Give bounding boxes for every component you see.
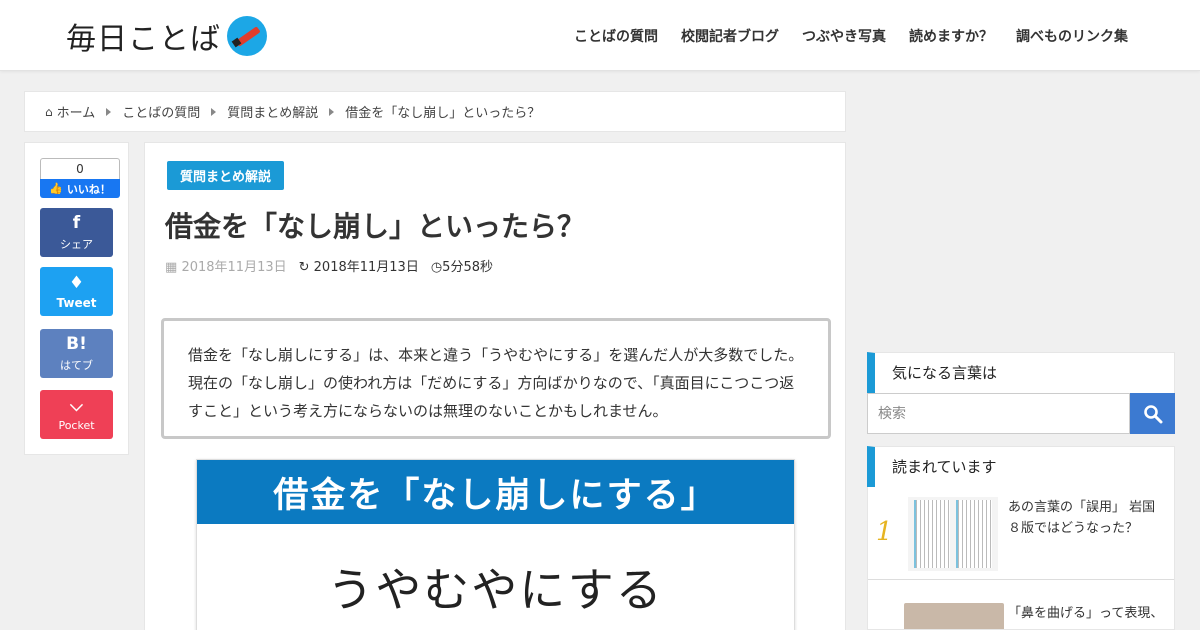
hatena-label: はてブ — [60, 358, 93, 372]
nav-item-blog[interactable]: 校閲記者ブログ — [681, 26, 779, 46]
updated-date: 2018年11月13日 — [313, 260, 419, 275]
facebook-share-button[interactable]: f シェア — [40, 208, 113, 257]
search-icon — [1143, 404, 1162, 423]
twitter-bird-icon: ♦ — [68, 272, 85, 293]
clock-icon: ◷ — [430, 260, 443, 275]
thumbs-up-icon: 👍 — [49, 182, 63, 195]
hatena-bookmark-button[interactable]: B! はてブ — [40, 329, 113, 378]
refresh-icon: ↻ — [298, 260, 310, 275]
share-buttons-column: 0 👍 いいね！ f シェア ♦ Tweet B! はてブ ⌵ Pocket — [24, 142, 129, 455]
hatena-icon: B! — [66, 333, 87, 354]
category-badge[interactable]: 質問まとめ解説 — [167, 161, 285, 190]
article-summary: 借金を「なし崩しにする」は、本来と違う「うやむやにする」を選んだ人が大多数でした… — [161, 318, 831, 439]
breadcrumb-item-current: 借金を「なし崩し」といったら？ — [345, 106, 541, 121]
ranking-thumbnail[interactable] — [908, 497, 998, 571]
ranking-item-title[interactable]: あの言葉の「誤用」 岩国８版ではどうなった？ — [1008, 497, 1168, 539]
pen-logo-icon — [227, 16, 267, 56]
nav-item-questions[interactable]: ことばの質問 — [574, 26, 658, 46]
ad-space — [867, 91, 1175, 331]
breadcrumb-separator-icon — [329, 107, 335, 116]
pocket-button[interactable]: ⌵ Pocket — [40, 390, 113, 439]
pocket-label: Pocket — [58, 419, 95, 432]
twitter-share-label: Tweet — [56, 295, 97, 310]
pocket-icon: ⌵ — [70, 396, 83, 416]
site-header: 毎日ことば ことばの質問 校閲記者ブログ つぶやき写真 読めますか？ 調べものリ… — [0, 0, 1200, 71]
ranking-item[interactable]: 1 あの言葉の「誤用」 岩国８版ではどうなった？ — [868, 487, 1174, 580]
ranking-item-title[interactable]: 「鼻を曲げる」って表現、 — [1008, 603, 1168, 624]
calendar-icon: ▦ — [165, 260, 178, 275]
rank-number: 1 — [876, 517, 893, 547]
article: 質問まとめ解説 借金を「なし崩し」といったら？ ▦ 2018年11月13日 ↻ … — [144, 142, 846, 630]
logo-text: 毎日ことば — [66, 22, 221, 57]
eyecatch-heading: 借金を「なし崩しにする」 — [197, 460, 794, 524]
nav-item-photos[interactable]: つぶやき写真 — [802, 26, 886, 46]
like-label: いいね！ — [66, 182, 111, 196]
facebook-like-button[interactable]: 0 👍 いいね！ — [40, 158, 120, 198]
site-logo[interactable]: 毎日ことば — [66, 14, 267, 58]
facebook-icon: f — [72, 212, 81, 233]
breadcrumb: ⌂ ホーム ことばの質問 質問まとめ解説 借金を「なし崩し」といったら？ — [24, 91, 846, 132]
article-title: 借金を「なし崩し」といったら？ — [165, 210, 586, 243]
breadcrumb-home[interactable]: ホーム — [57, 102, 96, 121]
nav-item-links[interactable]: 調べものリンク集 — [1016, 26, 1128, 46]
widget-title-ranking: 読まれています — [867, 446, 1175, 487]
facebook-share-label: シェア — [60, 237, 93, 251]
search-input[interactable] — [867, 393, 1130, 434]
breadcrumb-separator-icon — [211, 107, 217, 116]
eyecatch-body: うやむやにする — [327, 563, 664, 617]
like-count: 0 — [40, 158, 120, 179]
home-icon: ⌂ — [45, 104, 53, 119]
breadcrumb-separator-icon — [106, 107, 112, 116]
article-dates: ▦ 2018年11月13日 ↻ 2018年11月13日 ◷5分58秒 — [165, 256, 493, 275]
search-form — [867, 393, 1175, 434]
search-button[interactable] — [1130, 393, 1175, 434]
widget-title-search: 気になる言葉は — [867, 352, 1175, 393]
twitter-share-button[interactable]: ♦ Tweet — [40, 267, 113, 316]
published-date: 2018年11月13日 — [181, 260, 287, 275]
read-time: 5分58秒 — [442, 260, 493, 275]
nav-item-quiz[interactable]: 読めますか？ — [909, 26, 993, 46]
breadcrumb-item-category[interactable]: 質問まとめ解説 — [227, 102, 318, 121]
eyecatch-image: 借金を「なし崩しにする」 うやむやにする — [196, 459, 795, 630]
ranking-list: 1 あの言葉の「誤用」 岩国８版ではどうなった？ 「鼻を曲げる」って表現、 — [867, 487, 1175, 630]
breadcrumb-item-questions[interactable]: ことばの質問 — [122, 102, 200, 121]
global-nav: ことばの質問 校閲記者ブログ つぶやき写真 読めますか？ 調べものリンク集 — [574, 26, 1128, 46]
ranking-thumbnail[interactable] — [904, 603, 1004, 629]
